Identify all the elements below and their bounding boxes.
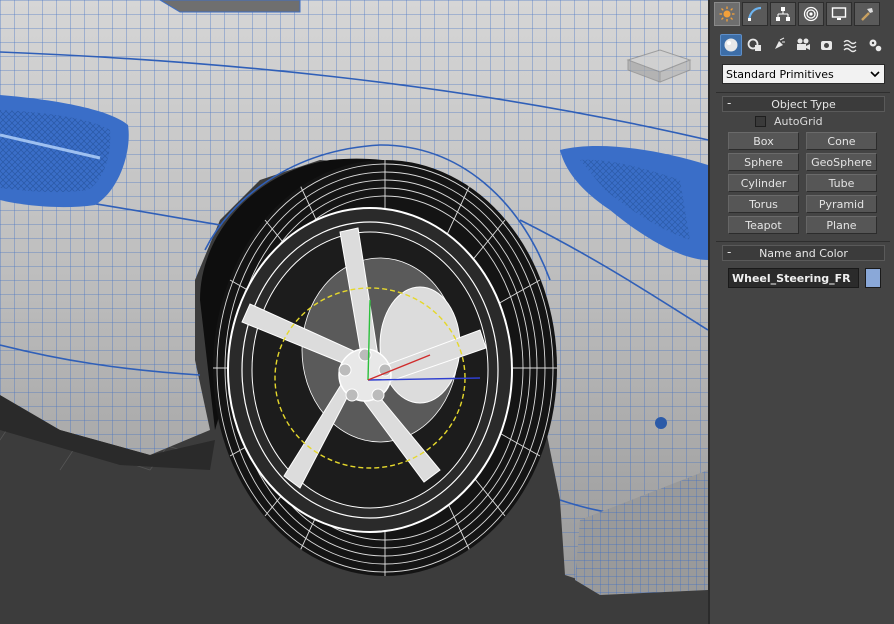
- tube-button[interactable]: Tube: [806, 174, 877, 192]
- hierarchy-tab[interactable]: [770, 2, 796, 26]
- sun-icon: [719, 6, 735, 22]
- name-color-rollout-header[interactable]: - Name and Color: [722, 245, 885, 261]
- collapse-toggle[interactable]: -: [727, 96, 731, 110]
- display-tab[interactable]: [826, 2, 852, 26]
- plane-button[interactable]: Plane: [806, 216, 877, 234]
- viewport-scene[interactable]: [0, 0, 708, 624]
- object-name-field[interactable]: Wheel_Steering_FR: [728, 268, 859, 288]
- shapes-icon: [747, 38, 761, 51]
- sphere-icon: [724, 38, 738, 52]
- dropdown-value: Standard Primitives: [726, 67, 834, 81]
- rollout-separator: [716, 92, 890, 93]
- autogrid-checkbox[interactable]: [755, 116, 766, 127]
- modify-tab[interactable]: [742, 2, 768, 26]
- cylinder-button[interactable]: Cylinder: [728, 174, 799, 192]
- box-button[interactable]: Box: [728, 132, 799, 150]
- shapes-subtab[interactable]: [744, 34, 766, 56]
- cameras-subtab[interactable]: [792, 34, 814, 56]
- teapot-button[interactable]: Teapot: [728, 216, 799, 234]
- torus-button[interactable]: Torus: [728, 195, 799, 213]
- systems-subtab[interactable]: [864, 34, 886, 56]
- curve-icon: [747, 6, 762, 21]
- chevron-down-icon: [870, 71, 880, 78]
- motion-tab[interactable]: [798, 2, 824, 26]
- object-type-rollout-header[interactable]: - Object Type: [722, 96, 885, 112]
- command-panel: Standard Primitives - Object Type AutoGr…: [708, 0, 894, 624]
- spacewarps-subtab[interactable]: [840, 34, 862, 56]
- helper-icon: [821, 41, 832, 50]
- camera-icon: [797, 38, 810, 50]
- monitor-icon: [831, 7, 847, 20]
- geometry-subtab[interactable]: [720, 34, 742, 56]
- lights-subtab[interactable]: [768, 34, 790, 56]
- sphere-button[interactable]: Sphere: [728, 153, 799, 171]
- pyramid-button[interactable]: Pyramid: [806, 195, 877, 213]
- helpers-subtab[interactable]: [816, 34, 838, 56]
- utilities-tab[interactable]: [854, 2, 880, 26]
- hierarchy-icon: [776, 7, 790, 21]
- rollout-separator: [716, 241, 890, 242]
- rollout-title: Name and Color: [759, 246, 848, 260]
- perspective-viewport[interactable]: [0, 0, 708, 624]
- autogrid-option[interactable]: AutoGrid: [755, 115, 823, 128]
- marker-light: [655, 417, 667, 429]
- hood-vent: [159, 0, 301, 13]
- wheel-steering-fr[interactable]: [213, 160, 557, 576]
- create-category-tabs: [720, 34, 886, 56]
- motion-icon: [803, 6, 819, 22]
- cone-button[interactable]: Cone: [806, 132, 877, 150]
- wave-icon: [843, 39, 857, 53]
- hammer-icon: [861, 8, 873, 21]
- object-color-swatch[interactable]: [865, 268, 881, 288]
- autogrid-label: AutoGrid: [774, 115, 823, 128]
- main-tabs: [714, 2, 880, 26]
- gears-icon: [869, 39, 882, 52]
- collapse-toggle[interactable]: -: [727, 245, 731, 259]
- light-icon: [775, 37, 785, 49]
- create-tab[interactable]: [714, 2, 740, 26]
- geosphere-button[interactable]: GeoSphere: [806, 153, 877, 171]
- rollout-title: Object Type: [771, 97, 836, 111]
- primitive-category-dropdown[interactable]: Standard Primitives: [722, 64, 885, 84]
